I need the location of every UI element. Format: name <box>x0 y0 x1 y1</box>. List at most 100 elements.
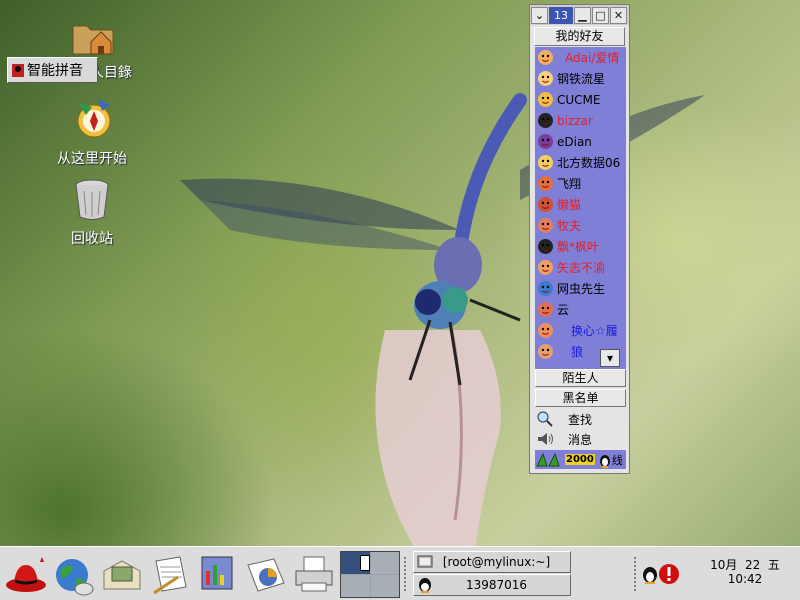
friend-list-item[interactable]: 钢铁流星 <box>535 68 626 89</box>
friend-list-item[interactable]: 云 <box>535 299 626 320</box>
workspace-pager[interactable] <box>340 551 400 598</box>
qq-status-bar[interactable]: 2000 线 <box>535 450 626 469</box>
qq-minimize-button[interactable]: ▁ <box>574 6 591 24</box>
presentation-icon[interactable] <box>196 553 240 597</box>
desktop-icon-trash[interactable]: 回收站 <box>37 175 147 248</box>
search-label: 查找 <box>568 412 593 427</box>
friend-avatar-icon <box>538 239 553 254</box>
friend-list-item[interactable]: 懒猫 <box>535 194 626 215</box>
friend-name: 钢铁流星 <box>557 72 606 86</box>
friend-name: 北方数据06 <box>557 156 621 170</box>
clock-date: 10月 22 五 <box>710 558 780 572</box>
clock-time: 10:42 <box>727 572 763 586</box>
friend-list-scroll-button[interactable]: ▾ <box>600 349 620 367</box>
qq-titlebar: ⌄ 13 ▁ □ ✕ <box>530 5 629 25</box>
friend-avatar-icon <box>538 155 553 170</box>
task-terminal-label: [root@mylinux:~] <box>442 555 551 569</box>
friend-list-item[interactable]: Adai/爱情 <box>535 47 626 68</box>
search-button[interactable]: 查找 <box>536 409 626 429</box>
desktop-icon-start-here[interactable]: 从这里开始 <box>37 95 147 168</box>
friend-list-item[interactable]: bizzar <box>535 110 626 131</box>
desktop-icon-home[interactable] <box>38 12 148 63</box>
friend-name: 网虫先生 <box>557 282 606 296</box>
friend-name: 飘*枫叶 <box>557 240 600 254</box>
friend-avatar-icon <box>538 218 553 233</box>
penguin-icon <box>599 454 610 468</box>
browser-globe-icon[interactable] <box>52 553 96 597</box>
friend-name: 矢志不渝 <box>557 261 606 275</box>
message-label: 消息 <box>568 432 593 447</box>
workspace-4[interactable] <box>370 575 399 597</box>
workspace-1[interactable] <box>341 552 370 574</box>
task-terminal[interactable]: [root@mylinux:~] <box>413 551 571 573</box>
friend-name: CUCME <box>557 92 601 107</box>
redhat-menu-icon[interactable] <box>4 553 48 597</box>
message-button[interactable]: 消息 <box>536 429 626 449</box>
friend-avatar-icon <box>538 260 553 275</box>
close-icon: ✕ <box>613 8 624 22</box>
alert-icon[interactable] <box>658 563 680 585</box>
friend-avatar-icon <box>538 197 553 212</box>
friend-avatar-icon <box>538 176 553 191</box>
mail-icon[interactable] <box>100 553 144 597</box>
friend-name: 飞翔 <box>557 177 582 191</box>
ime-icon <box>12 64 24 77</box>
qq-number-badge: 13 <box>549 6 573 24</box>
friend-list-item[interactable]: 飘*枫叶 <box>535 236 626 257</box>
qq-maximize-button[interactable]: □ <box>592 6 609 24</box>
desktop-icon-start-here-label: 从这里开始 <box>57 151 127 167</box>
friend-name: bizzar <box>557 113 593 128</box>
trash-icon <box>75 179 109 220</box>
clock[interactable]: 10月 22 五 10:42 <box>700 558 790 586</box>
maximize-icon: □ <box>595 8 606 22</box>
chevron-down-icon: ▾ <box>606 351 614 365</box>
qq-version-badge: 2000 <box>565 454 595 465</box>
friend-name: 换心☆履 <box>571 324 618 338</box>
tray-handle[interactable] <box>633 556 637 592</box>
friend-avatar-icon <box>538 323 553 338</box>
workspace-3[interactable] <box>341 575 370 597</box>
tasklist-handle[interactable] <box>403 556 407 592</box>
friend-list-item[interactable]: 矢志不渝 <box>535 257 626 278</box>
friend-name: Adai/爱情 <box>565 51 620 65</box>
workspace-2[interactable] <box>370 552 399 574</box>
tab-my-friends[interactable]: 我的好友 <box>534 27 625 46</box>
tab-blacklist[interactable]: 黑名单 <box>535 389 626 407</box>
writer-icon[interactable] <box>148 553 192 597</box>
friend-avatar-icon <box>538 302 553 317</box>
friend-list-item[interactable]: 换心☆履 <box>535 320 626 341</box>
desktop-icon-trash-label: 回收站 <box>71 231 113 247</box>
friend-list-item[interactable]: 网虫先生 <box>535 278 626 299</box>
friend-list-item[interactable]: 飞翔 <box>535 173 626 194</box>
home-folder-icon <box>72 25 114 55</box>
search-icon <box>537 411 553 427</box>
friend-list-item[interactable]: CUCME <box>535 89 626 110</box>
spreadsheet-chart-icon[interactable] <box>244 553 288 597</box>
qq-tray-icon[interactable] <box>640 564 660 584</box>
qq-close-button[interactable]: ✕ <box>610 6 627 24</box>
friend-avatar-icon <box>538 344 553 359</box>
friend-name: 狼 <box>571 345 584 359</box>
qq-status-label: 线 <box>611 453 623 467</box>
friend-avatar-icon <box>538 92 553 107</box>
tab-strangers[interactable]: 陌生人 <box>535 369 626 387</box>
qq-menu-button[interactable]: ⌄ <box>531 6 548 24</box>
speaker-icon <box>538 433 553 445</box>
friend-name: 懒猫 <box>557 198 582 212</box>
friend-avatar-icon <box>538 134 553 149</box>
friend-list-item[interactable]: 北方数据06 <box>535 152 626 173</box>
friend-avatar-icon <box>538 71 553 86</box>
qq-brand-icon <box>536 452 560 466</box>
task-qq-label: 13987016 <box>465 578 528 592</box>
friend-list-item[interactable]: eDian <box>535 131 626 152</box>
task-qq[interactable]: 13987016 <box>413 574 571 596</box>
printer-icon[interactable] <box>292 553 336 597</box>
ime-indicator[interactable]: 智能拼音 <box>7 57 98 83</box>
qq-panel: ⌄ 13 ▁ □ ✕ 我的好友 Adai/爱情钢铁流星 CUCME bizzar eD… <box>529 4 630 474</box>
start-here-icon <box>77 99 111 138</box>
minimize-icon: ▁ <box>578 8 587 22</box>
friend-list: Adai/爱情钢铁流星 CUCME bizzar eDian 北方数据06 飞翔懒猫牧夫飘… <box>535 47 626 369</box>
friend-name: 牧夫 <box>557 219 582 233</box>
friend-list-item[interactable]: 牧夫 <box>535 215 626 236</box>
penguin-icon <box>419 578 431 593</box>
